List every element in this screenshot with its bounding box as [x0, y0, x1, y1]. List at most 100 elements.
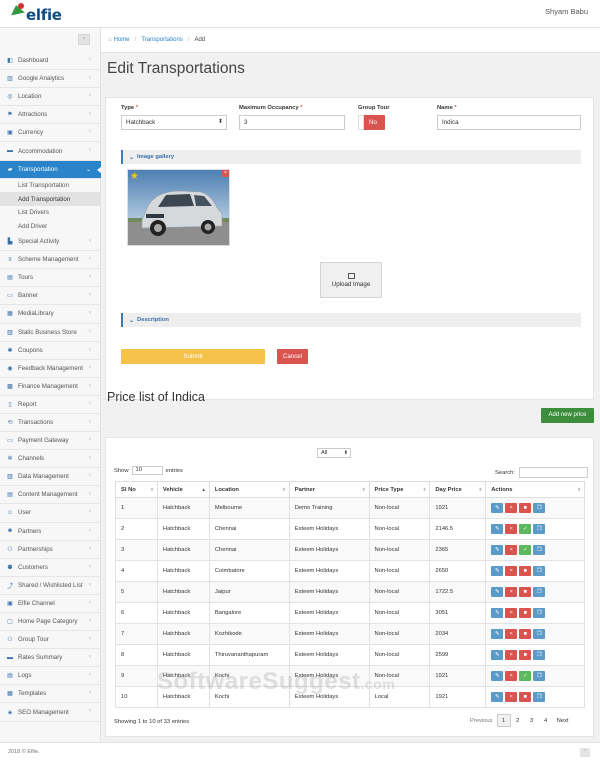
copy-icon[interactable]: ❐	[533, 650, 546, 660]
sidebar-item-elfie-channel[interactable]: ▣ Elfie Channel ‹	[0, 595, 101, 613]
sidebar-item-channels[interactable]: ✲ Channels ‹	[0, 450, 101, 469]
search-input[interactable]	[518, 467, 588, 478]
edit-icon[interactable]: ✎	[491, 545, 504, 555]
upload-image-button[interactable]: Upload Image	[320, 262, 382, 298]
lock-icon[interactable]: ■	[519, 587, 532, 597]
sidebar-item-dashboard[interactable]: ◧ Dashboard ‹	[0, 52, 101, 71]
delete-icon[interactable]: ×	[505, 671, 518, 681]
user-menu[interactable]: Shyam Babu	[545, 7, 588, 16]
sidebar-item-finance-management[interactable]: ▩ Finance Management ‹	[0, 378, 101, 396]
check-icon[interactable]: ✓	[519, 545, 532, 555]
copy-icon[interactable]: ❐	[533, 566, 546, 576]
occupancy-input[interactable]: 3	[239, 115, 345, 130]
edit-icon[interactable]: ✎	[491, 629, 504, 639]
sidebar-item-transportation[interactable]: ▰ Transportation ⌄	[0, 160, 102, 179]
sidebar-item-rates-summary[interactable]: ▬ Rates Summary ‹	[0, 649, 101, 668]
add-new-price-button[interactable]: Add new price	[541, 408, 594, 423]
sidebar-item-report[interactable]: ▯ Report ‹	[0, 396, 101, 414]
lock-icon[interactable]: ■	[519, 629, 532, 639]
column-header-day-price[interactable]: Day Price ⬍	[429, 481, 487, 498]
sidebar-item-google-analytics[interactable]: ▥ Google Analytics ‹	[0, 70, 101, 89]
sidebar-item-user[interactable]: ☺ User ‹	[0, 504, 101, 523]
sidebar-item-transactions[interactable]: ⟲ Transactions ‹	[0, 414, 101, 433]
sidebar-item-tours[interactable]: ▤ Tours ‹	[0, 269, 101, 288]
lock-icon[interactable]: ■	[519, 566, 532, 576]
sidebar-item-coupons[interactable]: ✱ Coupons ‹	[0, 342, 101, 360]
edit-icon[interactable]: ✎	[491, 503, 504, 513]
lock-icon[interactable]: ■	[519, 503, 532, 513]
check-icon[interactable]: ✓	[519, 671, 532, 681]
copy-icon[interactable]: ❐	[533, 503, 546, 513]
scroll-top-button[interactable]: ⌃	[580, 748, 590, 757]
pagination-page-4[interactable]: 4	[539, 714, 553, 727]
vehicle-image[interactable]: ★ ×	[127, 169, 230, 246]
edit-icon[interactable]: ✎	[491, 692, 504, 702]
price-filter-select[interactable]: All ⬍	[317, 448, 351, 458]
cancel-button[interactable]: Cancel	[277, 349, 308, 364]
copy-icon[interactable]: ❐	[533, 629, 546, 639]
sidebar-item-medialibrary[interactable]: ▦ MediaLibrary ‹	[0, 305, 101, 324]
delete-icon[interactable]: ×	[505, 629, 518, 639]
pagination-next[interactable]: Next	[553, 714, 573, 727]
image-gallery-accordion[interactable]: ⌄ Image gallery	[121, 150, 581, 164]
column-header-sl-no[interactable]: Sl No ⬍	[115, 481, 158, 498]
type-select[interactable]: Hatchback ⬍	[121, 115, 227, 130]
sidebar-item-partners[interactable]: ☻ Partners ‹	[0, 523, 101, 541]
elfie-logo[interactable]: elfie	[8, 3, 78, 25]
group-tour-toggle[interactable]: No	[358, 115, 385, 130]
column-header-actions[interactable]: Actions ⬍	[485, 481, 585, 498]
sidebar-item-shared-wishlisted-list[interactable]: ⤴ Shared / Wishlisted List ‹	[0, 577, 101, 595]
sidebar-subitem-add-transportation[interactable]: Add Transportation	[0, 192, 101, 206]
delete-icon[interactable]: ×	[505, 524, 518, 534]
sidebar-item-home-page-category[interactable]: ▢ Home Page Category ‹	[0, 613, 101, 632]
sidebar-subitem-add-driver[interactable]: Add Driver	[0, 219, 101, 233]
copy-icon[interactable]: ❐	[533, 671, 546, 681]
sidebar-item-partnerships[interactable]: ⚇ Partnerships ‹	[0, 541, 101, 559]
sidebar-item-accommodation[interactable]: ▬ Accommodation ‹	[0, 142, 101, 161]
sidebar-item-location[interactable]: ◎ Location ‹	[0, 88, 101, 107]
sidebar-item-group-tour[interactable]: ⚇ Group Tour ‹	[0, 631, 101, 650]
column-header-vehicle[interactable]: Vehicle ▲	[156, 481, 210, 498]
copy-icon[interactable]: ❐	[533, 608, 546, 618]
sidebar-item-payment-gateway[interactable]: ▭ Payment Gateway ‹	[0, 432, 101, 451]
copy-icon[interactable]: ❐	[533, 692, 546, 702]
sidebar-item-static-business-store[interactable]: ▨ Static Business Store ‹	[0, 324, 101, 342]
sidebar-item-data-management[interactable]: ▧ Data Management ‹	[0, 468, 101, 487]
sidebar-item-special-activity[interactable]: ▙ Special Activity ‹	[0, 233, 101, 252]
column-header-location[interactable]: Location ⬍	[208, 481, 290, 498]
page-length-select[interactable]: 10	[131, 466, 163, 475]
pagination-page-1[interactable]: 1	[496, 714, 511, 727]
name-input[interactable]: Indica	[437, 115, 581, 130]
delete-icon[interactable]: ×	[505, 650, 518, 660]
edit-icon[interactable]: ✎	[491, 671, 504, 681]
breadcrumb-transportations[interactable]: Transportations	[141, 37, 182, 43]
sidebar-subitem-list-transportation[interactable]: List Transportation	[0, 179, 101, 193]
sidebar-subitem-list-drivers[interactable]: List Drivers	[0, 206, 101, 220]
check-icon[interactable]: ✓	[519, 524, 532, 534]
sidebar-item-templates[interactable]: ▦ Templates ‹	[0, 685, 101, 704]
sidebar-toggle-button[interactable]: ‹	[78, 34, 90, 45]
sidebar-item-scheme-management[interactable]: ≡ Scheme Management ‹	[0, 251, 101, 270]
edit-icon[interactable]: ✎	[491, 587, 504, 597]
sidebar-item-currency[interactable]: ▣ Currency ‹	[0, 124, 101, 143]
lock-icon[interactable]: ■	[519, 692, 532, 702]
star-icon[interactable]: ★	[130, 171, 139, 182]
column-header-partner[interactable]: Partner ⬍	[288, 481, 370, 498]
description-accordion[interactable]: ⌄ Description	[121, 313, 581, 327]
sidebar-item-banner[interactable]: ▭ Banner ‹	[0, 287, 101, 306]
column-header-price-type[interactable]: Price Type ⬍	[368, 481, 431, 498]
edit-icon[interactable]: ✎	[491, 608, 504, 618]
delete-icon[interactable]: ×	[505, 503, 518, 513]
sidebar-item-content-management[interactable]: ▤ Content Management ‹	[0, 486, 101, 505]
submit-button[interactable]: Submit	[121, 349, 265, 364]
edit-icon[interactable]: ✎	[491, 650, 504, 660]
lock-icon[interactable]: ■	[519, 608, 532, 618]
pagination-previous[interactable]: Previous	[466, 714, 497, 727]
copy-icon[interactable]: ❐	[533, 545, 546, 555]
pagination-page-2[interactable]: 2	[511, 714, 525, 727]
edit-icon[interactable]: ✎	[491, 524, 504, 534]
delete-icon[interactable]: ×	[505, 692, 518, 702]
delete-icon[interactable]: ×	[505, 608, 518, 618]
edit-icon[interactable]: ✎	[491, 566, 504, 576]
sidebar-item-logs[interactable]: ▤ Logs ‹	[0, 667, 101, 686]
